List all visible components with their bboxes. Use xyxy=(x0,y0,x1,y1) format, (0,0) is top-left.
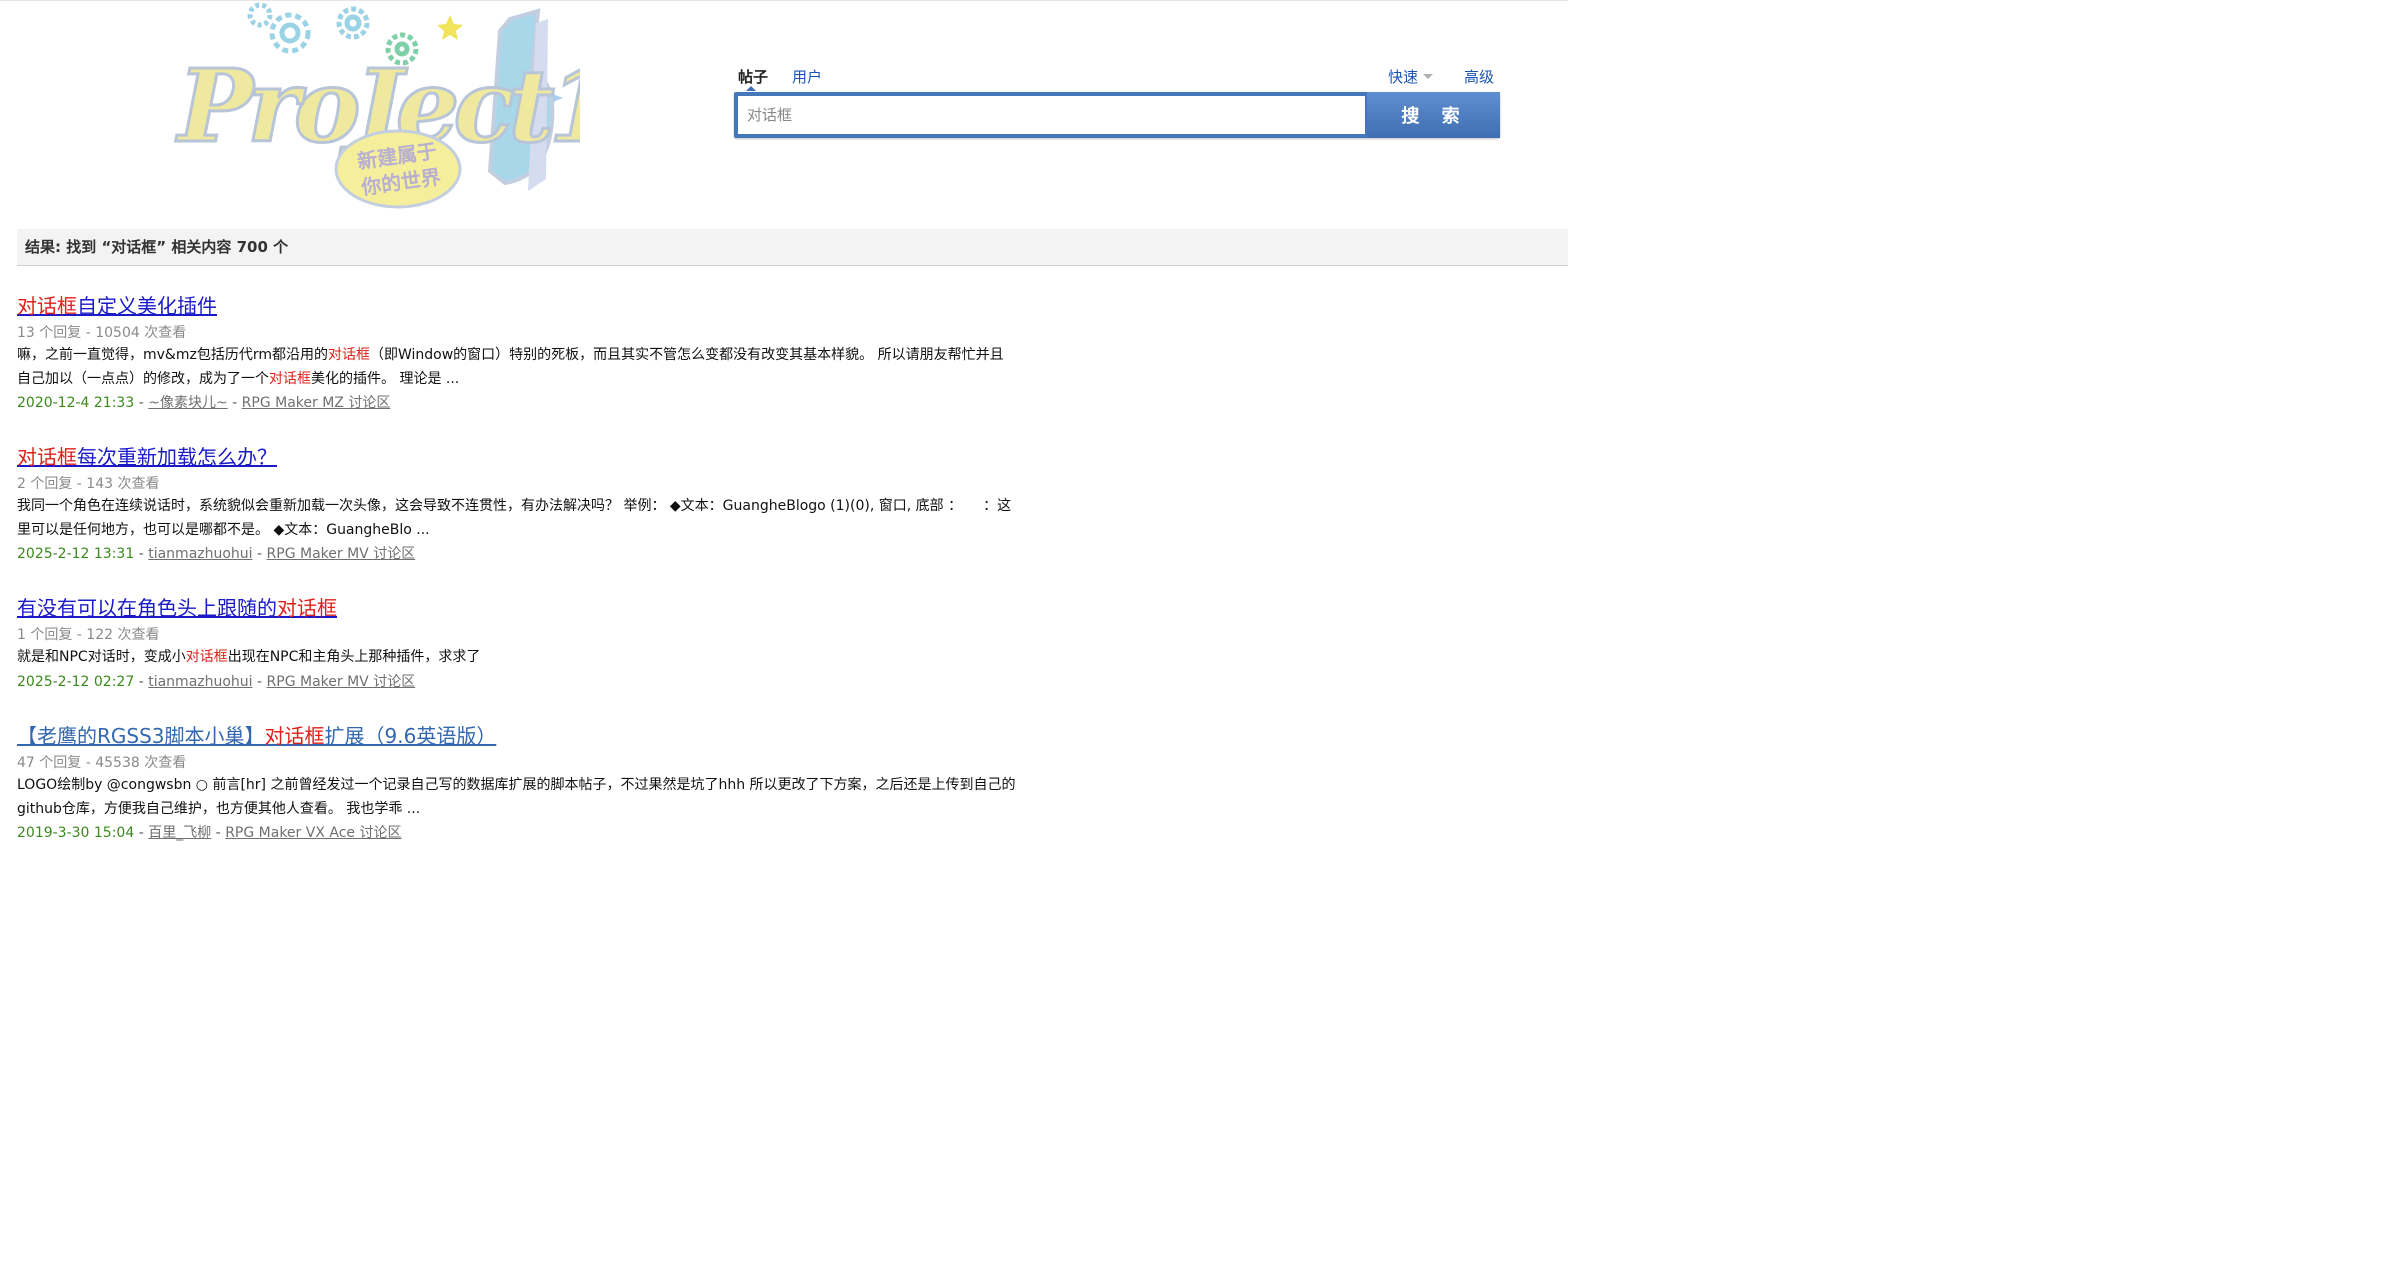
result-info: 2020-12-4 21:33 - ~像素块儿~ - RPG Maker MZ … xyxy=(17,391,1017,415)
post-date: 2019-3-30 15:04 xyxy=(17,825,135,841)
search-results-page: ProJect1 新建属于 你的世界 帖子 用户 快速 高级 搜 索 结果: 找… xyxy=(0,0,1568,841)
post-date: 2020-12-4 21:33 xyxy=(17,395,135,411)
title-text: 有没有可以在角色头上跟随的 xyxy=(17,596,277,620)
forum-link[interactable]: RPG Maker MV 讨论区 xyxy=(267,674,416,690)
star-icon xyxy=(437,15,463,40)
project1-logo[interactable]: ProJect1 新建属于 你的世界 xyxy=(160,1,580,219)
forum-link[interactable]: RPG Maker VX Ace 讨论区 xyxy=(225,825,401,841)
separator: - xyxy=(138,825,144,841)
excerpt-text: 就是和NPC对话时，变成小 xyxy=(17,649,186,665)
tab-posts[interactable]: 帖子 xyxy=(738,66,768,87)
chevron-down-icon xyxy=(1423,74,1434,79)
result-item: 对话框自定义美化插件 13 个回复 - 10504 次查看 嘛，之前一直觉得，m… xyxy=(17,291,1017,415)
author-link[interactable]: 百里_飞柳 xyxy=(148,825,211,841)
result-excerpt: 嘛，之前一直觉得，mv&mz包括历代rm都沿用的对话框（即Window的窗口）特… xyxy=(17,344,1017,391)
author-link[interactable]: tianmazhuohui xyxy=(148,674,252,690)
result-title-link[interactable]: 对话框自定义美化插件 xyxy=(17,291,217,321)
title-highlight: 对话框 xyxy=(17,294,77,318)
result-meta: 2 个回复 - 143 次查看 xyxy=(17,476,160,492)
title-highlight: 对话框 xyxy=(277,596,337,620)
search-input[interactable] xyxy=(738,96,1365,134)
result-item: 有没有可以在角色头上跟随的对话框 1 个回复 - 122 次查看 就是和NPC对… xyxy=(17,593,1017,694)
forum-link[interactable]: RPG Maker MZ 讨论区 xyxy=(242,395,391,411)
result-info: 2025-2-12 13:31 - tianmazhuohui - RPG Ma… xyxy=(17,542,1017,566)
result-excerpt: LOGO绘制by @congwsbn ○ 前言[hr] 之前曾经发过一个记录自己… xyxy=(17,777,1016,817)
post-date: 2025-2-12 02:27 xyxy=(17,673,135,690)
result-item: 对话框每次重新加载怎么办？ 2 个回复 - 143 次查看 我同一个角色在连续说… xyxy=(17,442,1017,566)
result-item: 【老鹰的RGSS3脚本小巢】对话框扩展（9.6英语版） 47 个回复 - 455… xyxy=(17,721,1017,845)
result-info: 2019-3-30 15:04 - 百里_飞柳 - RPG Maker VX A… xyxy=(17,821,1017,845)
search-bar: 搜 索 xyxy=(734,92,1500,138)
separator: - xyxy=(232,395,238,411)
excerpt-text: 嘛，之前一直觉得，mv&mz包括历代rm都沿用的 xyxy=(17,347,328,363)
separator: - xyxy=(138,395,144,411)
separator: - xyxy=(257,673,263,690)
separator: - xyxy=(138,673,144,690)
result-excerpt: 我同一个角色在连续说话时，系统貌似会重新加载一次头像，这会导致不连贯性，有办法解… xyxy=(17,498,1012,538)
excerpt-highlight: 对话框 xyxy=(185,649,228,665)
tab-users[interactable]: 用户 xyxy=(792,66,822,87)
author-link[interactable]: ~像素块儿~ xyxy=(148,395,227,411)
separator: - xyxy=(257,546,263,562)
result-info: 2025-2-12 02:27 - tianmazhuohui - RPG Ma… xyxy=(17,670,1017,694)
excerpt-highlight: 对话框 xyxy=(269,370,311,387)
title-highlight: 对话框 xyxy=(264,724,325,748)
post-date: 2025-2-12 13:31 xyxy=(17,546,135,562)
result-meta: 47 个回复 - 45538 次查看 xyxy=(17,755,187,771)
tab-quick-label: 快速 xyxy=(1388,68,1419,86)
author-link[interactable]: tianmazhuohui xyxy=(148,546,252,562)
search-button[interactable]: 搜 索 xyxy=(1367,92,1500,138)
title-text: 每次重新加载怎么办？ xyxy=(77,445,277,469)
result-excerpt: 就是和NPC对话时，变成小对话框出现在NPC和主角头上那种插件，求求了 xyxy=(17,646,1017,670)
title-text: 【老鹰的RGSS3脚本小巢】 xyxy=(17,724,265,748)
tab-advanced[interactable]: 高级 xyxy=(1464,66,1494,87)
forum-link[interactable]: RPG Maker MV 讨论区 xyxy=(267,546,416,562)
search-tabs: 帖子 用户 快速 高级 xyxy=(734,63,1500,91)
result-meta: 1 个回复 - 122 次查看 xyxy=(17,627,160,643)
result-title-link[interactable]: 有没有可以在角色头上跟随的对话框 xyxy=(17,593,337,623)
title-text: 自定义美化插件 xyxy=(77,294,217,318)
search-area: 帖子 用户 快速 高级 搜 索 xyxy=(734,63,1500,138)
title-highlight: 对话框 xyxy=(17,445,77,469)
gear-icon xyxy=(247,2,370,54)
separator: - xyxy=(138,546,144,562)
excerpt-text: 美化的插件。 理论是 ... xyxy=(311,370,460,387)
result-title-link[interactable]: 【老鹰的RGSS3脚本小巢】对话框扩展（9.6英语版） xyxy=(17,721,496,751)
result-meta: 13 个回复 - 10504 次查看 xyxy=(17,325,187,341)
excerpt-text: 出现在NPC和主角头上那种插件，求求了 xyxy=(227,649,481,665)
result-title-link[interactable]: 对话框每次重新加载怎么办？ xyxy=(17,442,277,472)
title-text: 扩展（9.6英语版） xyxy=(324,724,497,748)
separator: - xyxy=(215,825,221,841)
results-summary: 结果: 找到 “对话框” 相关内容 700 个 xyxy=(17,229,1568,266)
tab-quick[interactable]: 快速 xyxy=(1388,66,1434,87)
excerpt-highlight: 对话框 xyxy=(327,347,370,363)
active-tab-pointer xyxy=(746,86,756,91)
